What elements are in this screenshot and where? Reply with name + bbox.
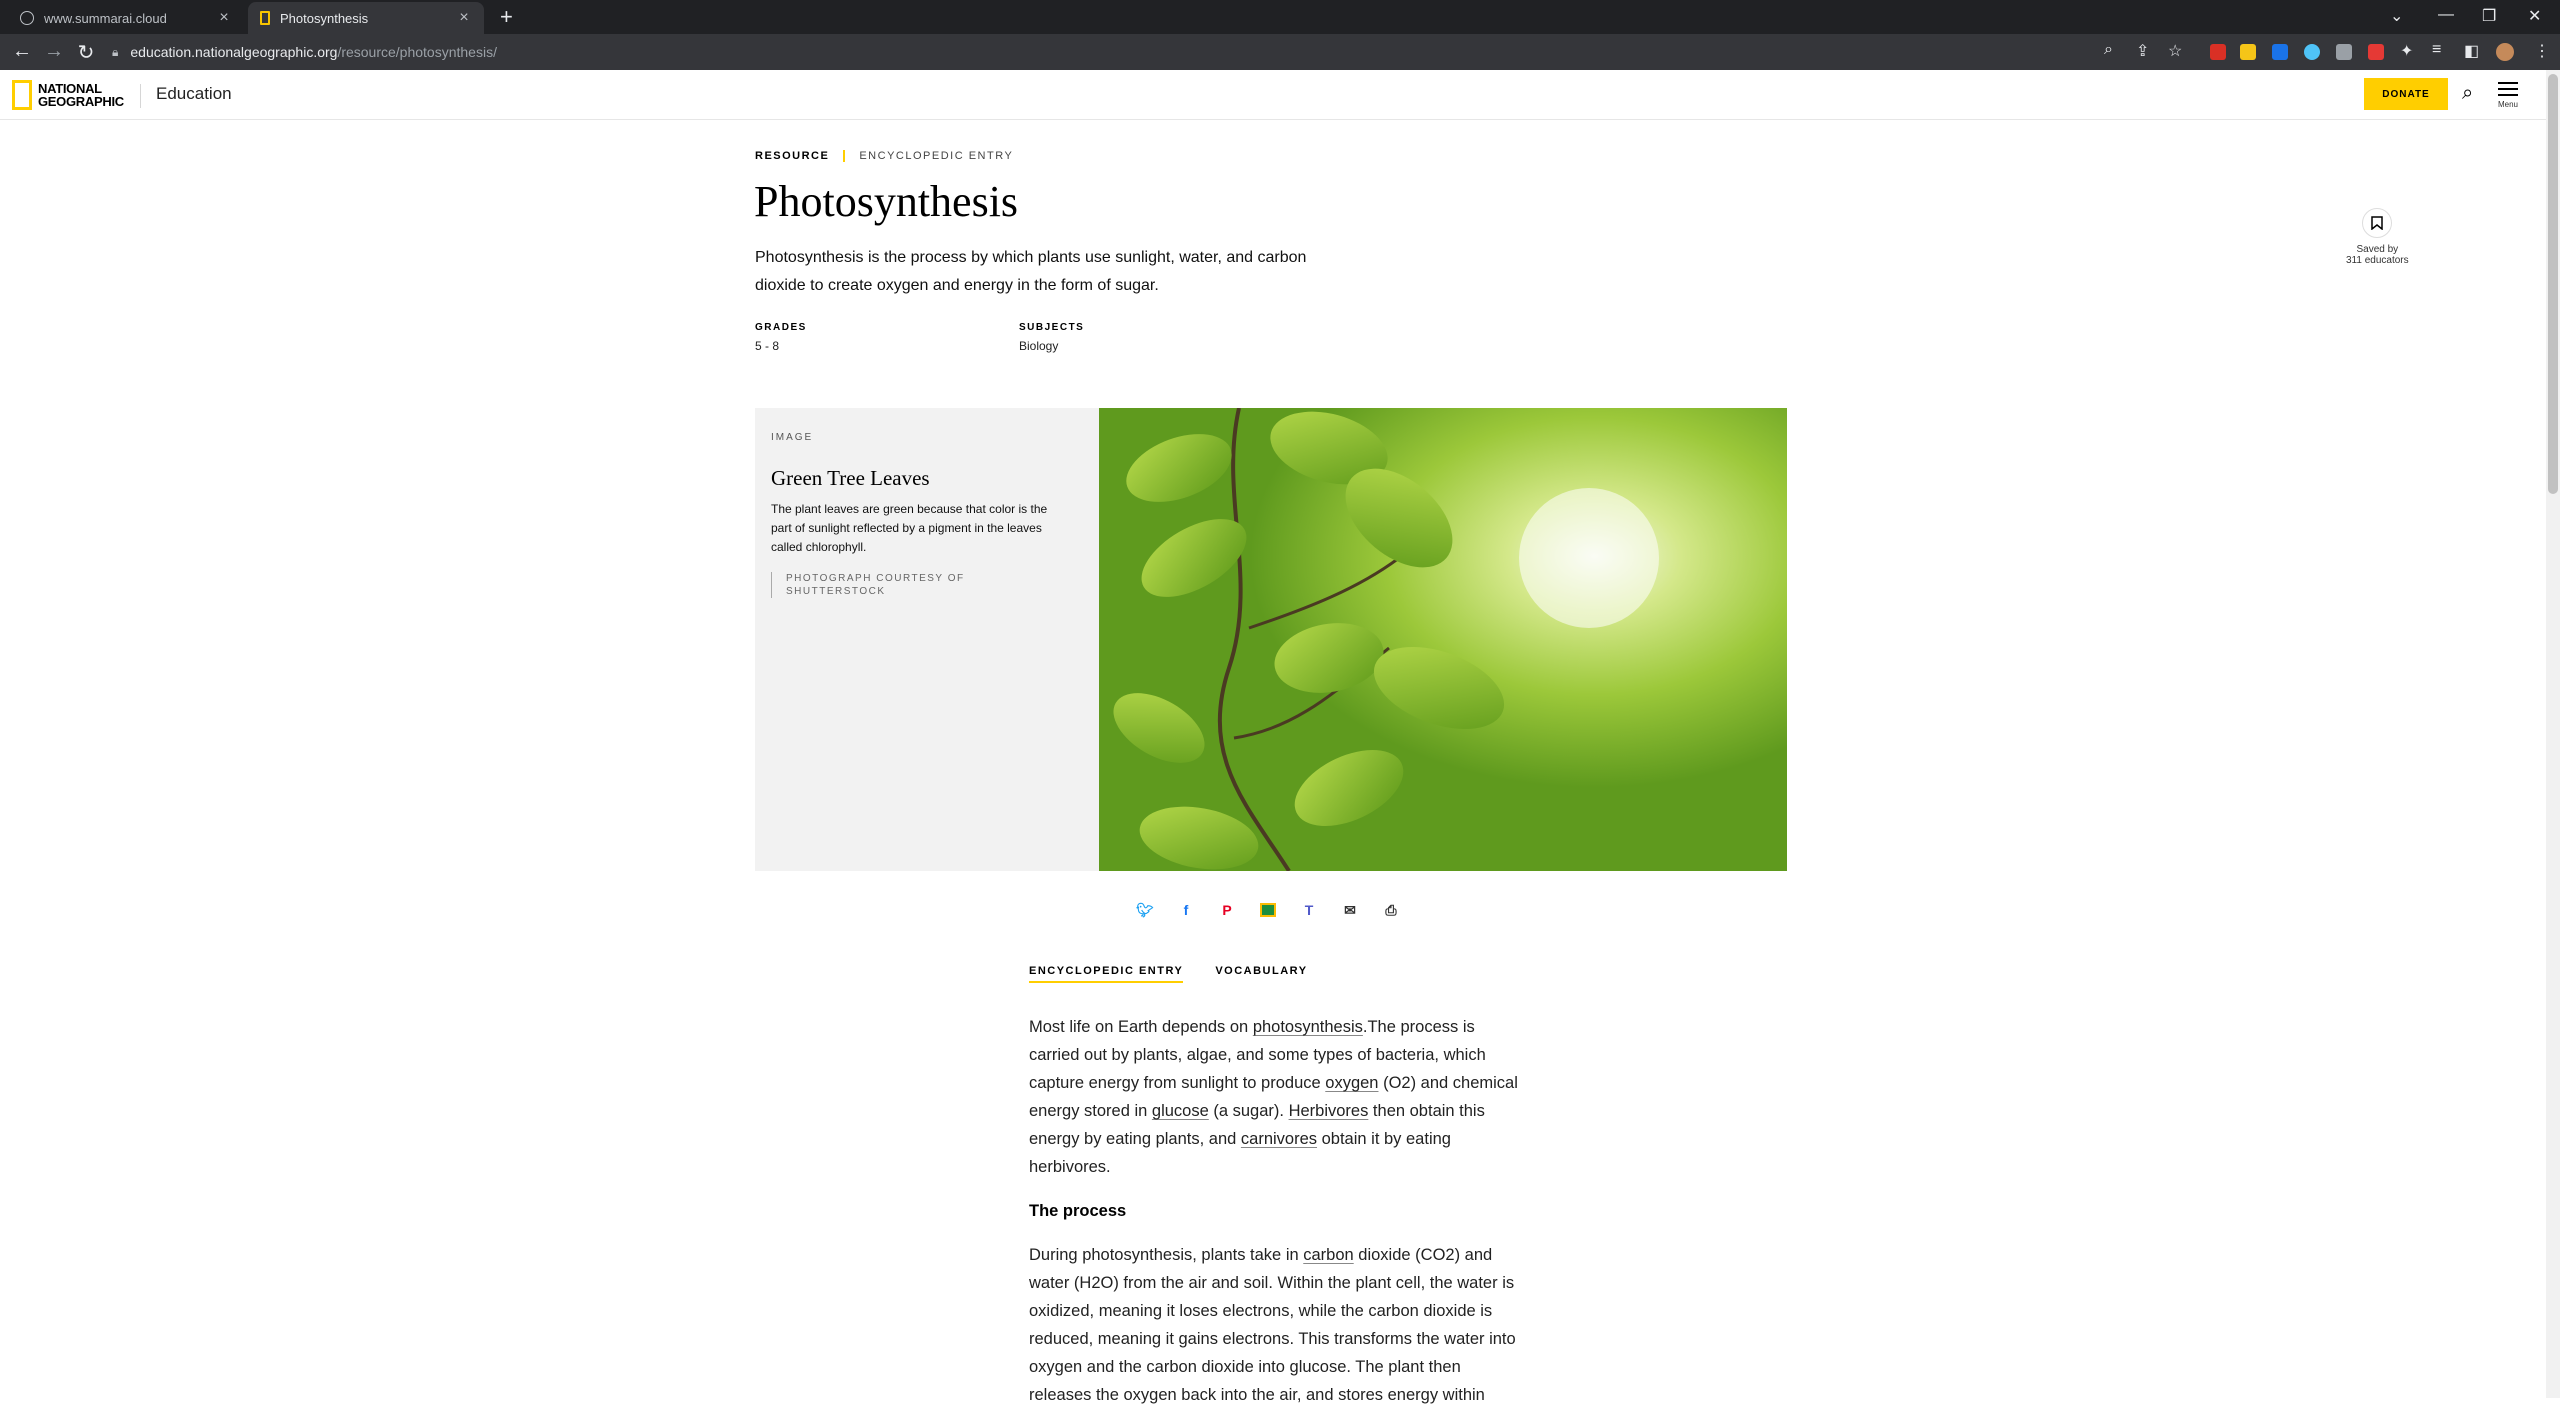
- url-path: /resource/photosynthesis/: [337, 44, 497, 60]
- vocab-link-herbivores[interactable]: Herbivores: [1289, 1102, 1369, 1120]
- leaves-image: [1099, 408, 1787, 871]
- tab-title: www.summarai.cloud: [44, 10, 167, 26]
- share-icon[interactable]: ⇪: [2136, 41, 2149, 61]
- extension-icon[interactable]: [2272, 44, 2288, 60]
- new-tab-button[interactable]: +: [500, 4, 513, 30]
- section-heading: The process: [1029, 1202, 1127, 1220]
- text: Most life on Earth depends on: [1029, 1018, 1253, 1036]
- close-tab-icon[interactable]: ×: [216, 9, 232, 27]
- browser-tab-summarai[interactable]: www.summarai.cloud ×: [8, 2, 244, 34]
- globe-icon: [20, 11, 34, 25]
- logo-line-2: GEOGRAPHIC: [38, 94, 124, 109]
- tab-encyclopedic-entry[interactable]: ENCYCLOPEDIC ENTRY: [1029, 965, 1184, 983]
- subjects-label: SUBJECTS: [1019, 322, 1085, 333]
- lede: Photosynthesis is the process by which p…: [755, 249, 1307, 294]
- facebook-icon[interactable]: f: [1176, 900, 1196, 920]
- search-icon[interactable]: ⌕: [2462, 82, 2473, 105]
- media-caption-card: IMAGE Green Tree Leaves The plant leaves…: [755, 408, 1099, 871]
- vocab-link-glucose[interactable]: glucose: [1152, 1102, 1209, 1120]
- browser-menu-icon[interactable]: ⋮: [2534, 41, 2550, 61]
- text: (a sugar).: [1208, 1102, 1289, 1120]
- bookmark-button[interactable]: [2362, 208, 2393, 238]
- twitter-icon[interactable]: 🐦︎: [1135, 900, 1155, 920]
- eyebrow: RESOURCE ENCYCLOPEDIC ENTRY: [755, 150, 1013, 162]
- back-icon[interactable]: ←: [10, 40, 34, 63]
- pinterest-icon[interactable]: P: [1217, 900, 1237, 920]
- content-tabs: ENCYCLOPEDIC ENTRY VOCABULARY: [1029, 965, 1308, 983]
- lock-icon: 🔒︎: [112, 44, 119, 59]
- grades-block: GRADES 5 - 8: [755, 322, 807, 353]
- reading-list-icon[interactable]: ≡: [2432, 41, 2441, 59]
- extension-icon[interactable]: [2240, 44, 2256, 60]
- reload-icon[interactable]: ↻: [74, 40, 98, 65]
- grades-label: GRADES: [755, 322, 807, 333]
- media-caption: The plant leaves are green because that …: [771, 502, 1048, 554]
- grades-value: 5 - 8: [755, 339, 780, 353]
- text: dioxide (CO2) and water (H2O) from the a…: [1029, 1246, 1516, 1404]
- bookmark-icon: [2371, 216, 2384, 230]
- eyebrow-divider: [843, 150, 846, 162]
- media-credit: PHOTOGRAPH COURTESY OF SHUTTERSTOCK: [771, 572, 1001, 598]
- vocab-link-photosynthesis[interactable]: photosynthesis: [1253, 1018, 1363, 1036]
- resource-label: RESOURCE: [755, 150, 830, 162]
- bookmark-star-icon[interactable]: ☆: [2168, 41, 2182, 61]
- vocab-link-oxygen[interactable]: oxygen: [1325, 1074, 1378, 1092]
- vocab-link-carnivores[interactable]: carnivores: [1241, 1130, 1317, 1148]
- restore-button[interactable]: ❐: [2482, 6, 2496, 26]
- page-title: Photosynthesis: [754, 177, 1019, 226]
- zoom-icon[interactable]: ⌕: [2104, 41, 2113, 59]
- resource-kind: ENCYCLOPEDIC ENTRY: [859, 150, 1014, 162]
- side-panel-icon[interactable]: ◧: [2464, 41, 2479, 61]
- menu-button[interactable]: Menu: [2494, 78, 2522, 109]
- extension-icon[interactable]: [2210, 44, 2226, 60]
- green-leaves-photo[interactable]: [1099, 408, 1787, 871]
- natgeo-logo[interactable]: NATIONAL GEOGRAPHIC: [12, 80, 124, 110]
- menu-label: Menu: [2497, 100, 2518, 109]
- site-header: NATIONAL GEOGRAPHIC Education DONATE ⌕ M…: [0, 70, 2546, 120]
- minimize-button[interactable]: —: [2438, 6, 2454, 24]
- media-type-label: IMAGE: [771, 432, 814, 443]
- teams-icon[interactable]: T: [1299, 900, 1319, 920]
- saved-widget: Saved by 311 educators: [2346, 208, 2409, 266]
- close-tab-icon[interactable]: ×: [456, 9, 472, 27]
- natgeo-frame-icon: [12, 80, 32, 110]
- natgeo-favicon-icon: [260, 11, 270, 25]
- browser-tab-photosynthesis[interactable]: Photosynthesis ×: [248, 2, 484, 34]
- article-body: Most life on Earth depends on photosynth…: [1029, 1013, 1519, 1425]
- tab-vocabulary[interactable]: VOCABULARY: [1215, 965, 1307, 983]
- email-icon[interactable]: ✉: [1340, 900, 1360, 920]
- subjects-block: SUBJECTS Biology: [1019, 322, 1084, 353]
- browser-tab-bar: www.summarai.cloud × Photosynthesis × + …: [0, 0, 2560, 34]
- hamburger-icon: [2498, 82, 2518, 96]
- tab-search-icon[interactable]: ⌄: [2390, 6, 2403, 26]
- extension-icon[interactable]: [2336, 44, 2352, 60]
- forward-icon[interactable]: →: [42, 40, 66, 63]
- url-host: education.nationalgeographic.org: [130, 44, 338, 60]
- browser-toolbar: ← → ↻ 🔒︎ education.nationalgeographic.or…: [0, 34, 2560, 70]
- scrollbar-thumb[interactable]: [2548, 74, 2558, 494]
- paragraph: During photosynthesis, plants take in ca…: [1029, 1241, 1519, 1409]
- print-icon[interactable]: ⎙: [1381, 900, 1401, 920]
- profile-avatar[interactable]: [2496, 43, 2514, 61]
- section-link-education[interactable]: Education: [156, 84, 232, 104]
- tab-title: Photosynthesis: [280, 10, 369, 26]
- puzzle-extensions-icon[interactable]: ✦: [2400, 41, 2413, 61]
- subjects-value[interactable]: Biology: [1019, 339, 1084, 353]
- media-title: Green Tree Leaves: [771, 466, 930, 490]
- address-bar[interactable]: 🔒︎ education.nationalgeographic.org/reso…: [112, 37, 2092, 67]
- text: During photosynthesis, plants take in: [1029, 1246, 1304, 1264]
- vocab-link-carbon[interactable]: carbon: [1303, 1246, 1353, 1264]
- google-classroom-icon[interactable]: [1258, 900, 1278, 920]
- share-row: 🐦︎ f P T ✉ ⎙: [1135, 900, 1401, 920]
- extension-icon[interactable]: [2304, 44, 2320, 60]
- close-window-button[interactable]: ✕: [2528, 6, 2541, 26]
- saved-by-label: Saved by: [2356, 244, 2399, 255]
- donate-button[interactable]: DONATE: [2364, 78, 2448, 110]
- paragraph: Most life on Earth depends on photosynth…: [1029, 1013, 1519, 1181]
- header-divider: [140, 84, 141, 108]
- extension-icon[interactable]: [2368, 44, 2384, 60]
- saved-count: 311 educators: [2346, 255, 2409, 266]
